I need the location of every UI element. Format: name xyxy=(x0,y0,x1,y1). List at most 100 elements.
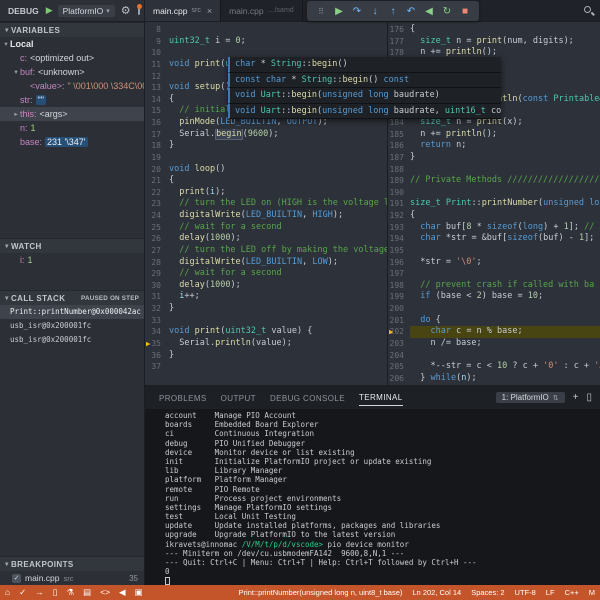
chevron-down-icon: ▾ xyxy=(5,561,9,568)
panel-tab-problems[interactable]: PROBLEMS xyxy=(159,390,207,406)
clean-icon[interactable]: ▯ xyxy=(53,585,58,600)
code-line: 30 delay(1000); xyxy=(145,280,387,292)
line-number: 207 xyxy=(388,384,410,385)
scope-row[interactable]: ▾ Local xyxy=(0,37,144,51)
line-number: 194 xyxy=(389,234,404,244)
start-debug-icon[interactable]: ▶ xyxy=(46,5,53,16)
callstack-section: ▾ CALL STACK PAUSED ON STEP Print::print… xyxy=(0,290,144,347)
step-back-icon[interactable]: ◀ xyxy=(422,6,436,17)
line-number: 193 xyxy=(389,222,404,232)
new-terminal-icon[interactable]: + xyxy=(573,392,579,403)
stop-icon[interactable]: ■ xyxy=(458,6,472,17)
chevron-down-icon: ▾ xyxy=(106,7,110,15)
code-line: 176{ xyxy=(389,24,416,34)
build-icon[interactable]: ✓ xyxy=(19,585,26,600)
language-mode[interactable]: C++ xyxy=(565,588,579,597)
line-number: 185 xyxy=(389,129,404,139)
step-out-icon[interactable]: ↑ xyxy=(386,6,400,17)
variable-value: 1 xyxy=(30,123,36,133)
variables-tree: ▾ Local c: <optimized out> ▾ buf: <unknown> <va… xyxy=(0,37,144,149)
code-line: 31 i++; xyxy=(145,291,387,303)
breakpoint-row[interactable]: ✓ main.cpp src 35 xyxy=(0,571,144,585)
terminal-line: --- Miniterm on /dev/cu.usbmodemFA142 96… xyxy=(165,548,405,558)
variable-row[interactable]: n: 1 xyxy=(0,121,144,135)
panel-tab-output[interactable]: OUTPUT xyxy=(221,390,256,406)
code-icon[interactable]: <> xyxy=(100,585,110,600)
callstack-header[interactable]: ▾ CALL STACK PAUSED ON STEP xyxy=(0,290,144,305)
statusbar-item-partial[interactable]: M xyxy=(589,588,595,597)
debug-config-select[interactable]: PlatformIO ▾ xyxy=(57,4,115,17)
serial-monitor-icon[interactable]: ◀ xyxy=(119,585,126,600)
chevron-down-icon: ▾ xyxy=(5,27,9,34)
continue-icon[interactable]: ▶ xyxy=(332,6,346,17)
variable-row[interactable]: ▸ this: <args> xyxy=(0,107,144,121)
editor-tabstrip: main.cpp src × main.cpp …/samd ⠿ ▶ ↷ ↓ ↑ ↶ ◀ ↻ ■ xyxy=(145,0,600,22)
terminal-output[interactable]: account Manage PIO Account boards Embedde… xyxy=(145,409,600,585)
panel-tab-debug-console[interactable]: DEBUG CONSOLE xyxy=(270,390,345,406)
upload-icon[interactable]: → xyxy=(35,585,44,600)
task-icon[interactable]: ▤ xyxy=(83,585,91,600)
line-number: 14 xyxy=(151,94,161,104)
stack-frame[interactable]: usb_isr@0x200001fc xyxy=(0,319,144,333)
reverse-continue-icon[interactable]: ↶ xyxy=(404,6,418,17)
variables-section: ▾ VARIABLES ▾ Local c: <optimized out> ▾ buf:… xyxy=(0,22,144,149)
tab-main-cpp-src[interactable]: main.cpp src × xyxy=(145,0,222,21)
indentation[interactable]: Spaces: 2 xyxy=(471,588,504,597)
terminal-icon[interactable]: ▣ xyxy=(135,585,143,600)
variables-header[interactable]: ▾ VARIABLES xyxy=(0,22,144,37)
variable-row[interactable]: c: <optimized out> xyxy=(0,51,144,65)
step-into-icon[interactable]: ↓ xyxy=(368,6,382,17)
variable-row[interactable]: <value>:" \001\000 \334C\00… xyxy=(0,79,144,93)
terminal-line: settings Manage PlatformIO settings xyxy=(165,502,333,512)
definition-item[interactable]: void Uart::begin(unsigned long baudrate) xyxy=(228,88,501,104)
definition-item[interactable]: char * String::begin() xyxy=(228,57,501,73)
execution-pointer-icon: ▶ xyxy=(146,338,151,348)
code-line: 188 xyxy=(388,164,600,176)
code-line: 193 char buf[8 * sizeof(long) + 1]; // A… xyxy=(389,221,600,232)
line-number: 30 xyxy=(151,280,161,290)
variable-row[interactable]: base: 231 '\347' xyxy=(0,135,144,149)
drag-grip-icon[interactable]: ⠿ xyxy=(314,7,328,16)
test-icon[interactable]: ⚗ xyxy=(66,585,74,600)
tab-main-cpp-samd[interactable]: main.cpp …/samd xyxy=(221,0,303,21)
watch-header[interactable]: ▾ WATCH xyxy=(0,238,144,253)
stack-frame[interactable]: usb_isr@0x200001fc xyxy=(0,333,144,347)
code-line: 205 *--str = c < 10 ? c + '0' : c + 'A' … xyxy=(389,361,600,372)
variable-row[interactable]: str: "" xyxy=(0,93,144,107)
paused-badge: PAUSED ON STEP xyxy=(81,294,139,302)
terminal-line: account Manage PIO Account xyxy=(165,411,296,420)
definition-item[interactable]: const char * String::begin() const xyxy=(228,72,501,88)
kill-terminal-icon[interactable]: ▯ xyxy=(586,392,592,403)
home-icon[interactable]: ⌂ xyxy=(5,585,10,600)
variable-row[interactable]: ▾ buf: <unknown> xyxy=(0,65,144,79)
variable-row[interactable]: i: 1 xyxy=(0,253,144,267)
gear-icon[interactable]: ⚙ xyxy=(121,4,131,17)
code-line: 200 xyxy=(388,303,600,315)
step-over-icon[interactable]: ↷ xyxy=(350,6,364,17)
vscode-window: DEBUG ▶ PlatformIO ▾ ⚙ ▾ VARIABLES ▾ Loca… xyxy=(0,0,600,600)
code-line: 17 Serial.begin(9600); xyxy=(145,128,387,141)
line-number: 204 xyxy=(389,350,404,360)
eol[interactable]: LF xyxy=(546,588,555,597)
line-number: 24 xyxy=(151,211,161,220)
line-number: 17 xyxy=(151,129,161,139)
encoding[interactable]: UTF-8 xyxy=(515,588,536,597)
panel-tab-terminal[interactable]: TERMINAL xyxy=(358,389,403,406)
cursor-position[interactable]: Ln 202, Col 14 xyxy=(412,588,461,597)
stack-frame[interactable]: Print::printNumber@0x000042ac xyxy=(0,305,144,319)
code-line: 186 return n; xyxy=(389,140,467,151)
debug-console-toggle-icon[interactable] xyxy=(136,4,143,15)
line-number: 16 xyxy=(151,118,161,127)
find-icon[interactable] xyxy=(584,6,591,13)
terminal-select[interactable]: 1: PlatformIO ⇅ xyxy=(495,392,565,403)
breakpoint-checkbox-icon[interactable]: ✓ xyxy=(12,573,21,583)
restart-icon[interactable]: ↻ xyxy=(440,6,454,17)
code-line: 203 n /= base; xyxy=(389,337,482,348)
terminal-line: lib Library Manager xyxy=(165,466,283,476)
code-line: 21{ xyxy=(145,175,387,187)
breakpoints-header[interactable]: ▾ BREAKPOINTS xyxy=(0,556,144,571)
definition-item[interactable]: void Uart::begin(unsigned long baudrate,… xyxy=(228,103,501,119)
code-line: 26 delay(1000); xyxy=(145,233,387,245)
code-line: 24 digitalWrite(LED_BUILTIN, HIGH); xyxy=(145,210,387,222)
close-tab-icon[interactable]: × xyxy=(207,6,212,16)
